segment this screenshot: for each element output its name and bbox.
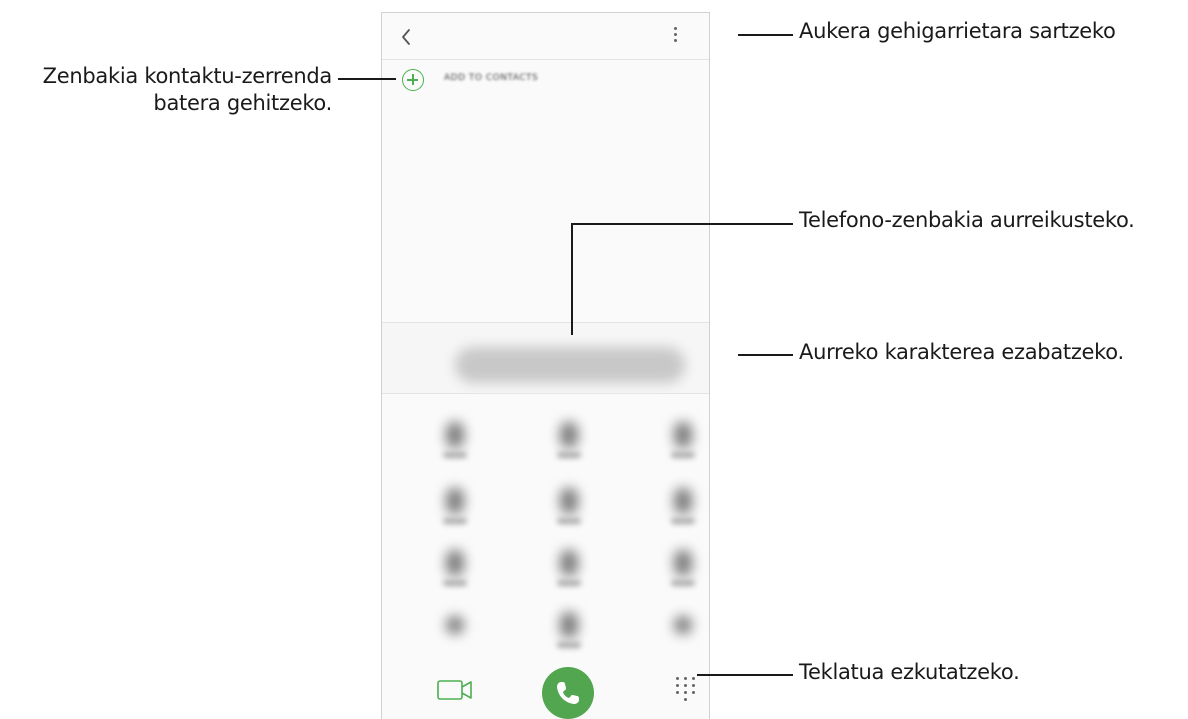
annotation-preview-number: Telefono-zenbakia aurreikusteko. xyxy=(799,208,1135,232)
key-9[interactable] xyxy=(663,544,703,594)
add-to-contacts-row[interactable]: ADD TO CONTACTS xyxy=(382,67,709,97)
key-5[interactable] xyxy=(549,482,589,532)
annotation-add-to-contacts-line2: batera gehitzeko. xyxy=(153,91,332,115)
phone-number-preview xyxy=(455,347,685,383)
key-hash[interactable] xyxy=(663,606,703,656)
leader-add-to-contacts xyxy=(338,78,396,80)
dial-keypad xyxy=(382,394,709,664)
key-8[interactable] xyxy=(549,544,589,594)
key-2[interactable] xyxy=(549,416,589,466)
more-vertical-icon[interactable] xyxy=(671,27,679,49)
call-button[interactable] xyxy=(542,667,594,719)
chevron-left-icon[interactable] xyxy=(394,25,418,49)
top-bar xyxy=(382,13,709,60)
leader-more-options xyxy=(738,34,793,36)
annotation-more-options: Aukera gehigarrietara sartzeko xyxy=(799,19,1116,43)
phone-icon xyxy=(557,682,579,704)
annotation-delete-previous: Aurreko karakterea ezabatzeko. xyxy=(799,340,1124,364)
number-display-area xyxy=(382,323,709,393)
key-0[interactable] xyxy=(549,606,589,656)
leader-preview-number-vertical xyxy=(571,223,573,335)
key-6[interactable] xyxy=(663,482,703,532)
key-1[interactable] xyxy=(435,416,475,466)
key-3[interactable] xyxy=(663,416,703,466)
annotation-add-to-contacts-line1: Zenbakia kontaktu-zerrenda xyxy=(42,64,333,88)
call-action-bar xyxy=(382,663,709,719)
leader-preview-number xyxy=(572,223,793,225)
key-4[interactable] xyxy=(435,482,475,532)
plus-circle-icon[interactable] xyxy=(402,69,424,91)
annotation-hide-keypad: Teklatua ezkutatzeko. xyxy=(799,660,1020,684)
phone-screen: ADD TO CONTACTS xyxy=(381,12,710,719)
video-call-icon[interactable] xyxy=(437,678,473,702)
key-star[interactable] xyxy=(435,606,475,656)
leader-delete-previous xyxy=(738,354,793,356)
add-to-contacts-label[interactable]: ADD TO CONTACTS xyxy=(444,73,538,83)
dialpad-icon[interactable] xyxy=(674,675,700,711)
key-7[interactable] xyxy=(435,544,475,594)
leader-hide-keypad xyxy=(697,674,793,676)
